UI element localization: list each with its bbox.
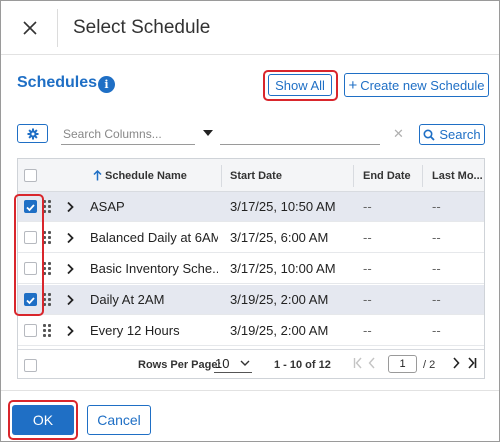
table-row[interactable]: Balanced Daily at 6AM 3/17/25, 6:00 AM -- -… — [18, 223, 484, 253]
create-new-schedule-button[interactable]: + Create new Schedule — [344, 73, 489, 97]
search-input[interactable] — [220, 125, 380, 145]
table-row[interactable]: Daily At 2AM 3/19/25, 2:00 AM -- -- — [18, 285, 484, 315]
cell-start-date: 3/19/25, 2:00 AM — [230, 323, 329, 338]
plus-icon: + — [348, 76, 358, 94]
dialog-header: Select Schedule — [1, 1, 499, 55]
column-settings-button[interactable] — [17, 124, 48, 143]
expand-row-button[interactable] — [64, 261, 76, 277]
cell-end-date: -- — [363, 261, 372, 276]
chevron-right-icon — [67, 294, 74, 306]
column-divider[interactable] — [353, 165, 354, 187]
drag-handle-icon[interactable] — [43, 324, 53, 338]
expand-row-button[interactable] — [64, 199, 76, 215]
select-all-checkbox[interactable] — [24, 169, 37, 182]
cell-end-date: -- — [363, 323, 372, 338]
table-row[interactable]: ASAP 3/17/25, 10:50 AM -- -- — [18, 192, 484, 222]
rows-per-page-label: Rows Per Page: — [138, 359, 222, 371]
cell-end-date: -- — [363, 230, 372, 245]
cell-start-date: 3/17/25, 10:00 AM — [230, 261, 336, 276]
next-page-icon[interactable] — [452, 357, 460, 369]
search-button-label: Search — [439, 127, 481, 142]
drag-handle-icon[interactable] — [43, 262, 53, 276]
checkbox-column-highlight — [14, 194, 44, 316]
column-divider[interactable] — [221, 165, 222, 187]
cell-end-date: -- — [363, 292, 372, 307]
search-icon — [423, 128, 436, 141]
dialog-footer: OK Cancel — [1, 390, 499, 441]
schedule-table: Schedule Name Start Date End Date Last M… — [17, 158, 485, 379]
footer-checkbox[interactable] — [24, 359, 37, 372]
create-new-schedule-label: Create new Schedule — [360, 77, 485, 93]
cell-start-date: 3/19/25, 2:00 AM — [230, 292, 329, 307]
gear-icon — [27, 128, 38, 139]
cell-schedule-name: Daily At 2AM — [90, 292, 165, 307]
drag-handle-icon[interactable] — [43, 231, 53, 245]
chevron-down-icon — [240, 360, 250, 366]
column-header-label: Schedule Name — [105, 169, 187, 182]
cell-start-date: 3/17/25, 6:00 AM — [230, 230, 329, 245]
table-row[interactable]: Every 12 Hours 3/19/25, 2:00 AM -- -- — [18, 316, 484, 346]
cell-end-date: -- — [363, 199, 372, 214]
column-header-schedule-name[interactable]: Schedule Name — [93, 159, 187, 192]
row-checkbox[interactable] — [24, 324, 37, 337]
drag-handle-icon[interactable] — [43, 200, 53, 214]
table-row[interactable]: Basic Inventory Sche... 3/17/25, 10:00 AM… — [18, 254, 484, 284]
cell-last-modified: -- — [432, 292, 441, 307]
header-divider — [57, 9, 58, 47]
clear-search-icon[interactable]: ✕ — [393, 126, 404, 142]
page-count-text: / 2 — [423, 359, 436, 371]
cell-schedule-name: Balanced Daily at 6AM — [90, 230, 218, 245]
select-schedule-dialog: Select Schedule Schedules i Show All + C… — [0, 0, 500, 442]
cell-last-modified: -- — [432, 230, 441, 245]
page-range-text: 1 - 10 of 12 — [274, 359, 331, 371]
expand-row-button[interactable] — [64, 323, 76, 339]
first-page-icon[interactable] — [353, 357, 363, 369]
show-all-button[interactable]: Show All — [268, 74, 332, 96]
drag-handle-icon[interactable] — [43, 293, 53, 307]
expand-row-button[interactable] — [64, 292, 76, 308]
chevron-down-icon[interactable] — [203, 130, 213, 136]
schedules-heading: Schedules — [17, 74, 98, 91]
chevron-right-icon — [67, 201, 74, 213]
sort-ascending-icon — [93, 170, 102, 181]
column-header-start-date[interactable]: Start Date — [230, 159, 282, 192]
cell-schedule-name: ASAP — [90, 199, 125, 214]
info-icon[interactable]: i — [98, 76, 115, 93]
ok-button[interactable]: OK — [12, 405, 74, 435]
expand-row-button[interactable] — [64, 230, 76, 246]
chevron-right-icon — [67, 325, 74, 337]
page-number-input[interactable]: 1 — [388, 355, 417, 373]
search-button[interactable]: Search — [419, 124, 485, 145]
rows-per-page-select[interactable]: 10 — [214, 356, 252, 373]
cell-last-modified: -- — [432, 323, 441, 338]
cell-start-date: 3/17/25, 10:50 AM — [230, 199, 336, 214]
previous-page-icon[interactable] — [368, 357, 376, 369]
cell-schedule-name: Basic Inventory Sche... — [90, 261, 218, 276]
table-pagination: Rows Per Page: 10 1 - 10 of 12 1 / 2 — [18, 349, 484, 378]
column-header-last-modified[interactable]: Last Mo... — [432, 159, 483, 192]
close-button[interactable] — [15, 13, 45, 43]
search-columns-select[interactable]: Search Columns... — [61, 125, 195, 145]
column-header-end-date[interactable]: End Date — [363, 159, 411, 192]
dialog-title: Select Schedule — [73, 17, 211, 38]
last-page-icon[interactable] — [467, 357, 477, 369]
cell-last-modified: -- — [432, 199, 441, 214]
rows-per-page-value: 10 — [215, 356, 230, 371]
cell-schedule-name: Every 12 Hours — [90, 323, 180, 338]
chevron-right-icon — [67, 263, 74, 275]
column-divider[interactable] — [422, 165, 423, 187]
close-icon — [23, 21, 37, 35]
cancel-button[interactable]: Cancel — [87, 405, 151, 435]
chevron-right-icon — [67, 232, 74, 244]
cell-last-modified: -- — [432, 261, 441, 276]
table-header: Schedule Name Start Date End Date Last M… — [18, 159, 484, 192]
